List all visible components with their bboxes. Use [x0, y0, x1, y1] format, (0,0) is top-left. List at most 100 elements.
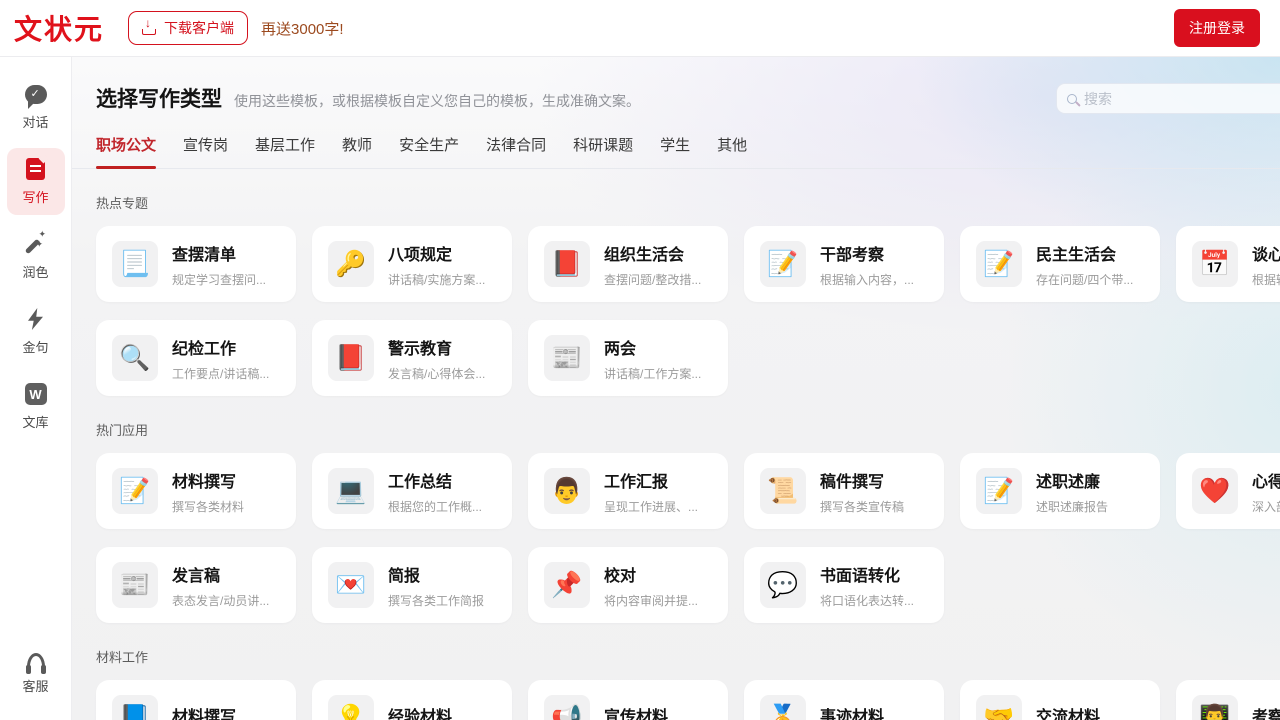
- card-row: 📰 发言稿 表态发言/动员讲... 💌 简报 撰写各类工作简报 📌 校对 将内容审阅并提... 💬…: [96, 547, 1280, 623]
- main-content: 选择写作类型 使用这些模板，或根据模板自定义您自己的模板，生成准确文案。 职场公…: [72, 57, 1280, 720]
- card-desc: 规定学习查摆问...: [172, 272, 267, 287]
- download-client-button[interactable]: 下载客户端: [128, 11, 249, 45]
- template-card[interactable]: 📝 干部考察 根据输入内容，...: [744, 226, 944, 302]
- card-title: 发言稿: [172, 567, 221, 585]
- card-desc: 撰写各类材料: [172, 499, 245, 514]
- template-card[interactable]: 💻 工作总结 根据您的工作概...: [312, 453, 512, 529]
- template-card[interactable]: 📰 发言稿 表态发言/动员讲...: [96, 547, 296, 623]
- headset-icon: [25, 646, 46, 674]
- calendar-icon: 📅: [1192, 241, 1238, 287]
- template-card[interactable]: 📢 宣传材料: [528, 680, 728, 720]
- card-desc: 将口语化表达转...: [820, 593, 915, 608]
- template-card[interactable]: 📌 校对 将内容审阅并提...: [528, 547, 728, 623]
- template-card[interactable]: 📕 警示教育发言稿/心得体会...: [312, 320, 512, 396]
- search-box[interactable]: [1056, 83, 1280, 114]
- sidebar-item-chat[interactable]: 对话: [7, 73, 65, 140]
- card-row: 📝 材料撰写 撰写各类材料 💻 工作总结 根据您的工作概... 👨 工作汇报呈现工作进展、..…: [96, 453, 1280, 529]
- app-logo: 文状元: [14, 14, 105, 45]
- template-card[interactable]: 📕 组织生活会 查摆问题/整改措...: [528, 226, 728, 302]
- card-desc: 讲话稿/实施方案...: [388, 272, 486, 287]
- card-title: 书面语转化: [820, 567, 901, 585]
- tab-法律合同[interactable]: 法律合同: [486, 134, 546, 155]
- card-desc: 根据您的工作概...: [388, 499, 483, 514]
- memo-icon: 📝: [976, 241, 1022, 287]
- card-desc: 深入部...: [1252, 499, 1280, 514]
- medal-icon: 🏅: [760, 695, 806, 720]
- search-input[interactable]: [1084, 90, 1280, 107]
- template-card[interactable]: 🔑 八项规定 讲话稿/实施方案...: [312, 226, 512, 302]
- section: 热点专题 📃 查摆清单 规定学习查摆问... 🔑 八项规定 讲话稿/实施方案... 📕 组织生活…: [96, 193, 1280, 396]
- tab-安全生产[interactable]: 安全生产: [399, 134, 459, 155]
- page-header-block: 选择写作类型 使用这些模板，或根据模板自定义您自己的模板，生成准确文案。 职场公…: [72, 57, 1280, 169]
- card-title: 两会: [604, 340, 637, 358]
- template-card[interactable]: 🤝 交流材料: [960, 680, 1160, 720]
- card-title: 交流材料: [1036, 709, 1101, 720]
- speech-balloon-icon: 💬: [760, 562, 806, 608]
- card-title: 民主生活会: [1036, 246, 1117, 264]
- card-title: 考察材料: [1252, 709, 1280, 720]
- red-book-icon: 📕: [328, 335, 374, 381]
- sidebar-item-support[interactable]: 客服: [7, 637, 65, 704]
- blue-book-icon: 📘: [112, 695, 158, 720]
- card-desc: 呈现工作进展、...: [604, 499, 699, 514]
- card-title: 心得体会: [1252, 473, 1280, 491]
- card-title: 简报: [388, 567, 421, 585]
- sidebar-item-writing[interactable]: 写作: [6, 148, 65, 215]
- template-card[interactable]: 👨 工作汇报呈现工作进展、...: [528, 453, 728, 529]
- sidebar-item-label: 客服: [22, 679, 49, 694]
- card-desc: 撰写各类宣传稿: [820, 499, 905, 514]
- template-card[interactable]: 📝 述职述廉 述职述廉报告: [960, 453, 1160, 529]
- pushpin-icon: 📌: [544, 562, 590, 608]
- card-title: 纪检工作: [172, 340, 237, 358]
- template-card[interactable]: 📃 查摆清单 规定学习查摆问...: [96, 226, 296, 302]
- template-card[interactable]: 💬 书面语转化将口语化表达转...: [744, 547, 944, 623]
- template-card[interactable]: 💡 经验材料: [312, 680, 512, 720]
- template-card[interactable]: 📜 稿件撰写 撰写各类宣传稿: [744, 453, 944, 529]
- sidebar: 对话 写作 润色 金句 W 文库 客服: [0, 57, 72, 720]
- tab-学生[interactable]: 学生: [660, 134, 690, 155]
- promo-text: 再送3000字!: [261, 20, 344, 38]
- register-login-button[interactable]: 注册登录: [1174, 9, 1260, 47]
- section: 材料工作 📘 材料撰写 💡 经验材料 📢 宣传材料 🏅 事迹材料 🤝 交流材料 👨‍💻 考察材料: [96, 647, 1280, 720]
- megaphone-icon: 📢: [544, 695, 590, 720]
- tab-教师[interactable]: 教师: [342, 134, 372, 155]
- card-title: 警示教育: [388, 340, 453, 358]
- pinned-note-icon: 💌: [328, 562, 374, 608]
- template-card[interactable]: 🏅 事迹材料: [744, 680, 944, 720]
- person-icon: 👨: [544, 468, 590, 514]
- technologist-icon: 👨‍💻: [1192, 695, 1238, 720]
- card-desc: 发言稿/心得体会...: [388, 366, 486, 381]
- tab-职场公文[interactable]: 职场公文: [96, 134, 157, 169]
- bulb-icon: 💡: [328, 695, 374, 720]
- tab-基层工作[interactable]: 基层工作: [255, 134, 315, 155]
- tab-其他[interactable]: 其他: [717, 134, 747, 155]
- chat-check-icon: [24, 82, 47, 109]
- template-sections: 热点专题 📃 查摆清单 规定学习查摆问... 🔑 八项规定 讲话稿/实施方案... 📕 组织生活…: [72, 193, 1280, 720]
- template-card[interactable]: 📝 材料撰写 撰写各类材料: [96, 453, 296, 529]
- template-card[interactable]: 👨‍💻 考察材料: [1176, 680, 1280, 720]
- sidebar-item-quotes[interactable]: 金句: [7, 298, 65, 365]
- template-card[interactable]: 📅 谈心谈话根据输入内容，...: [1176, 226, 1280, 302]
- lightning-icon: [28, 307, 43, 331]
- card-desc: 撰写各类工作简报: [388, 593, 485, 608]
- template-card[interactable]: 📘 材料撰写: [96, 680, 296, 720]
- card-title: 干部考察: [820, 246, 885, 264]
- template-card[interactable]: 💌 简报撰写各类工作简报: [312, 547, 512, 623]
- sidebar-item-library[interactable]: W 文库: [7, 373, 65, 440]
- page-icon: 📃: [112, 241, 158, 287]
- memo-icon: 📝: [976, 468, 1022, 514]
- card-desc: 工作要点/讲话稿...: [172, 366, 270, 381]
- magnifier-icon: 🔍: [112, 335, 158, 381]
- sidebar-item-label: 对话: [22, 115, 49, 130]
- template-card[interactable]: 📝 民主生活会 存在问题/四个带...: [960, 226, 1160, 302]
- card-title: 稿件撰写: [820, 473, 885, 491]
- template-card[interactable]: 🔍 纪检工作工作要点/讲话稿...: [96, 320, 296, 396]
- card-title: 八项规定: [388, 246, 453, 264]
- tab-科研课题[interactable]: 科研课题: [573, 134, 633, 155]
- template-card[interactable]: 📰 两会 讲话稿/工作方案...: [528, 320, 728, 396]
- template-card[interactable]: ❤️ 心得体会深入部...: [1176, 453, 1280, 529]
- card-desc: 述职述廉报告: [1036, 499, 1109, 514]
- sidebar-item-polish[interactable]: 润色: [7, 223, 65, 290]
- card-title: 工作汇报: [604, 473, 669, 491]
- tab-宣传岗[interactable]: 宣传岗: [183, 134, 228, 155]
